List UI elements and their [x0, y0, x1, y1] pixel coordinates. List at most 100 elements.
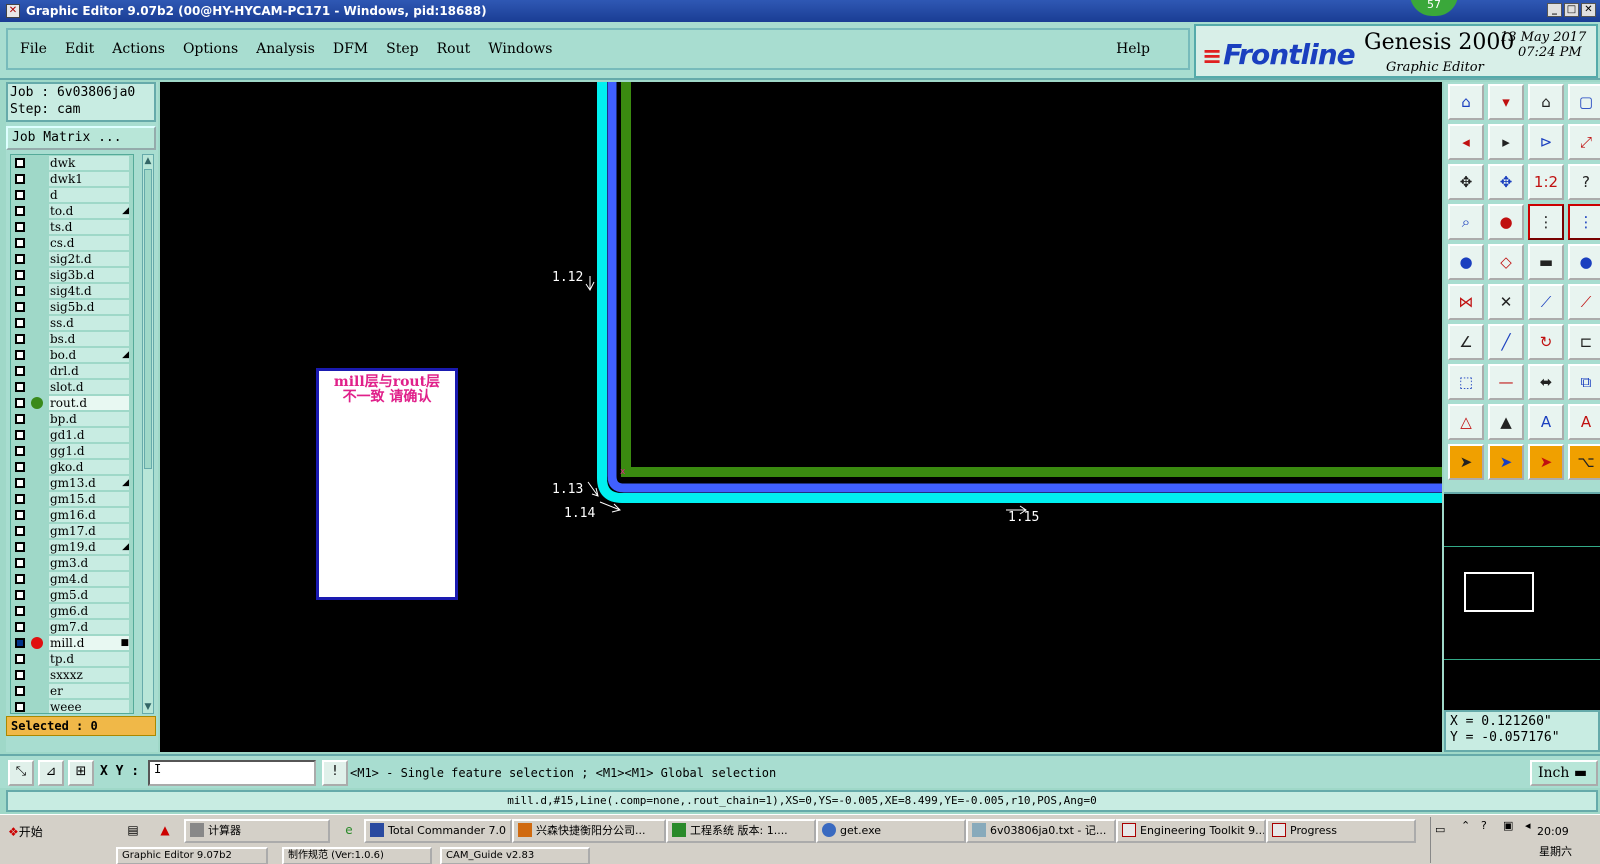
layer-checkbox[interactable] [15, 254, 25, 264]
layer-row[interactable]: rout.d [11, 395, 133, 411]
menu-file[interactable]: File [20, 41, 47, 57]
navigator-panel[interactable] [1444, 492, 1600, 710]
title-bar[interactable]: ✕ Graphic Editor 9.07b2 (00@HY-HYCAM-PC1… [0, 0, 1600, 22]
select-arrow-icon[interactable]: ➤ [1448, 444, 1484, 480]
layer-checkbox[interactable] [15, 654, 25, 664]
fit-screen-icon[interactable]: ✥ [1448, 164, 1484, 200]
pan-right-icon[interactable]: ▸ [1488, 124, 1524, 160]
select-arrow3-icon[interactable]: ➤ [1528, 444, 1564, 480]
layer-checkbox[interactable] [15, 526, 25, 536]
layer-row[interactable]: d [11, 187, 133, 203]
menu-edit[interactable]: Edit [65, 41, 94, 57]
task-xingsen[interactable]: 兴森快捷衡阳分公司... [512, 819, 666, 843]
task-cam-guide[interactable]: CAM_Guide v2.83 [440, 847, 590, 864]
measure-tool-icon[interactable]: ⌕ [1448, 204, 1484, 240]
layer-name[interactable]: to.d [49, 204, 129, 218]
quicklaunch-desktop-icon[interactable]: ▤ [124, 821, 142, 839]
layer-checkbox[interactable] [15, 430, 25, 440]
quicklaunch-browser-icon[interactable]: e [340, 821, 358, 839]
pad-icon[interactable]: ● [1448, 244, 1484, 280]
layer-checkbox[interactable] [15, 574, 25, 584]
task-notepad[interactable]: 6v03806ja0.txt - 记... [966, 819, 1116, 843]
layer-name[interactable]: sig2t.d [49, 252, 129, 266]
triangle-icon[interactable]: △ [1448, 404, 1484, 440]
layer-row[interactable]: dwk1 [11, 171, 133, 187]
layer-checkbox[interactable] [15, 398, 25, 408]
layer-checkbox[interactable] [15, 190, 25, 200]
layer-name[interactable]: gd1.d [49, 428, 129, 442]
layer-row[interactable]: gg1.d [11, 443, 133, 459]
layer-checkbox[interactable] [15, 638, 25, 648]
layer-checkbox[interactable] [15, 318, 25, 328]
select-arrow2-icon[interactable]: ➤ [1488, 444, 1524, 480]
layer-checkbox[interactable] [15, 238, 25, 248]
quicklaunch-pdf-icon[interactable]: ▲ [156, 821, 174, 839]
link2-icon[interactable]: ⟋ [1568, 284, 1600, 320]
line-icon[interactable]: ╱ [1488, 324, 1524, 360]
layer-name[interactable]: gm16.d [49, 508, 129, 522]
tray-network-icon[interactable]: ▭ [1435, 823, 1445, 836]
layer-checkbox[interactable] [15, 494, 25, 504]
layer-row[interactable]: ss.d [11, 315, 133, 331]
layer-row[interactable]: gm16.d [11, 507, 133, 523]
tray-expand-icon[interactable]: ⌃ [1461, 819, 1470, 832]
layer-row[interactable]: bs.d [11, 331, 133, 347]
triangle4-icon[interactable]: A [1568, 404, 1600, 440]
menu-dfm[interactable]: DFM [333, 41, 368, 57]
layer-scrollbar[interactable]: ▲ ▼ [142, 154, 154, 714]
fit-icon[interactable]: ⤢ [1568, 124, 1600, 160]
layer-name[interactable]: gg1.d [49, 444, 129, 458]
layer-checkbox[interactable] [15, 462, 25, 472]
scroll-down-icon[interactable]: ▼ [143, 701, 153, 713]
layer-name[interactable]: d [49, 188, 129, 202]
maximize-button[interactable]: □ [1564, 3, 1579, 17]
layer-name[interactable]: sig4t.d [49, 284, 129, 298]
layer-name[interactable]: gm7.d [49, 620, 129, 634]
layer-name[interactable]: gko.d [49, 460, 129, 474]
layer-checkbox[interactable] [15, 366, 25, 376]
minus-icon[interactable]: — [1488, 364, 1524, 400]
scroll-thumb[interactable] [144, 169, 152, 469]
task-total-commander[interactable]: Total Commander 7.0 ... [364, 819, 512, 843]
layer-name[interactable]: gm19.d [49, 540, 129, 554]
group-icon[interactable]: ⧉ [1568, 364, 1600, 400]
layer-name[interactable]: cs.d [49, 236, 129, 250]
menu-step[interactable]: Step [386, 41, 418, 57]
layer-name[interactable]: gm15.d [49, 492, 129, 506]
layer-name[interactable]: ss.d [49, 316, 129, 330]
menu-actions[interactable]: Actions [112, 41, 165, 57]
minimize-button[interactable]: _ [1547, 3, 1562, 17]
task-spec[interactable]: 制作规范 (Ver:1.0.6) [282, 847, 432, 864]
layer-row[interactable]: gm7.d [11, 619, 133, 635]
menu-options[interactable]: Options [183, 41, 238, 57]
layer-name[interactable]: gm13.d [49, 476, 129, 490]
layer-name[interactable]: mill.d [49, 636, 129, 650]
layer-row[interactable]: cs.d [11, 235, 133, 251]
select-route-icon[interactable]: ⌥ [1568, 444, 1600, 480]
layer-checkbox[interactable] [15, 606, 25, 616]
net-icon[interactable]: ⋮ [1528, 204, 1564, 240]
layer-checkbox[interactable] [15, 334, 25, 344]
measure-icon[interactable]: ⊿ [38, 760, 64, 786]
layer-row[interactable]: gm17.d [11, 523, 133, 539]
layer-row[interactable]: bo.d ◢ [11, 347, 133, 363]
layer-checkbox[interactable] [15, 510, 25, 520]
mirror-icon[interactable]: ⊳ [1528, 124, 1564, 160]
task-graphic-editor[interactable]: Graphic Editor 9.07b2 [116, 847, 268, 864]
layer-row[interactable]: gko.d [11, 459, 133, 475]
layer-name[interactable]: gm5.d [49, 588, 129, 602]
task-engineering-toolkit[interactable]: Engineering Toolkit 9.... [1116, 819, 1266, 843]
xy-input[interactable]: I [148, 760, 316, 786]
net2-icon[interactable]: ⋮ [1568, 204, 1600, 240]
layer-row[interactable]: to.d ◢ [11, 203, 133, 219]
layer-checkbox[interactable] [15, 414, 25, 424]
bracket-icon[interactable]: ⊏ [1568, 324, 1600, 360]
layer-checkbox[interactable] [15, 686, 25, 696]
menu-rout[interactable]: Rout [437, 41, 471, 57]
layer-row[interactable]: sxxxz [11, 667, 133, 683]
close-button[interactable]: ✕ [1581, 3, 1596, 17]
layer-checkbox[interactable] [15, 174, 25, 184]
window-icon[interactable]: ▢ [1568, 84, 1600, 120]
home-icon[interactable]: ⌂ [1528, 84, 1564, 120]
layer-checkbox[interactable] [15, 270, 25, 280]
